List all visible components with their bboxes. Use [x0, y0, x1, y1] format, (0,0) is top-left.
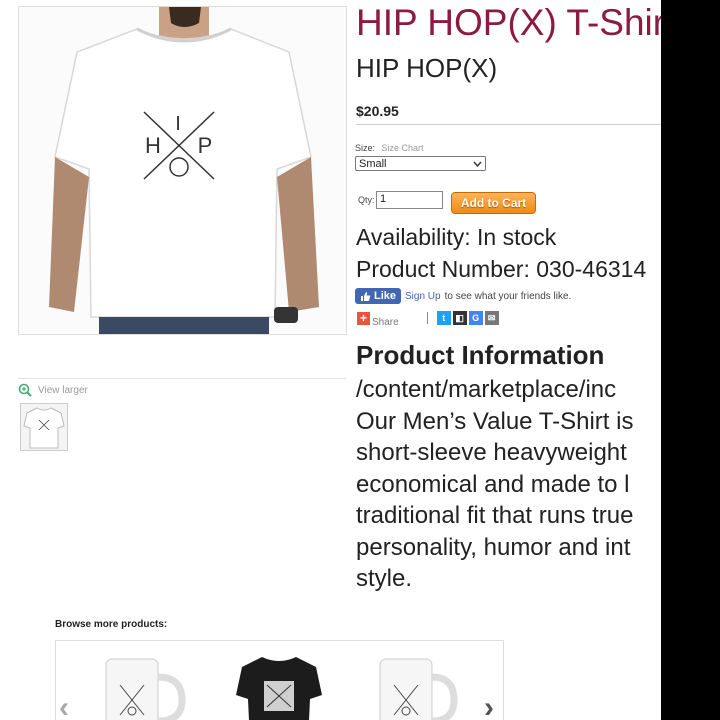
gallery-divider — [18, 378, 346, 379]
product-title: HIP HOP(X) T-Shirt — [356, 2, 661, 43]
price-divider — [356, 124, 661, 125]
qty-input[interactable]: 1 — [376, 191, 443, 209]
share-plus-icon[interactable]: + — [357, 311, 370, 325]
share-separator — [426, 312, 428, 324]
like-label: Like — [374, 290, 397, 302]
mug-image-2 — [379, 658, 458, 720]
thumbs-up-icon — [361, 291, 371, 301]
delicious-icon[interactable]: ◧ — [452, 311, 467, 325]
main-product-image[interactable]: I H P — [18, 6, 347, 335]
info-line: economical and made to l — [356, 470, 630, 498]
magnifier-icon — [18, 383, 32, 397]
add-to-cart-button[interactable]: Add to Cart — [451, 192, 536, 214]
twitter-icon[interactable]: t — [436, 311, 451, 325]
share-row: + Share t ◧ G ✉ — [357, 311, 501, 328]
right-black-bar — [661, 0, 720, 720]
info-line: style. — [356, 565, 413, 592]
view-larger-label: View larger — [38, 384, 88, 396]
info-line: Our Men’s Value T-Shirt is — [356, 407, 634, 435]
email-icon[interactable]: ✉ — [484, 311, 499, 325]
carousel-item-mug[interactable] — [96, 655, 186, 720]
carousel-next-arrow[interactable]: › — [484, 691, 494, 720]
design-letter-left: H — [145, 133, 161, 158]
thumbnail-image[interactable] — [20, 403, 68, 451]
size-selected-value: Small — [359, 157, 387, 170]
chevron-down-icon — [473, 161, 482, 167]
carousel-item-black-tshirt[interactable] — [234, 655, 324, 720]
size-chart-link[interactable]: Size Chart — [382, 143, 424, 153]
design-letter-top: I — [175, 113, 181, 135]
tshirt-thumbnail — [23, 407, 65, 449]
browse-more-label: Browse more products: — [55, 619, 168, 630]
product-price: $20.95 — [356, 103, 399, 119]
google-icon[interactable]: G — [468, 311, 483, 325]
info-line: personality, humor and int — [356, 533, 631, 561]
size-select[interactable]: Small — [355, 156, 486, 171]
mug-image — [105, 658, 186, 720]
facebook-signup-link[interactable]: Sign Up — [405, 291, 441, 302]
product-info-body: /content/marketplace/inc Our Men’s Value… — [356, 374, 661, 595]
tshirt-model-photo: I H P — [19, 7, 346, 334]
carousel-prev-arrow[interactable]: ‹ — [59, 691, 69, 720]
product-page: I H P View larger HIP HOP(X) T-Shirt HIP… — [0, 0, 661, 720]
product-carousel: ‹ › — [55, 640, 504, 720]
info-line: /content/marketplace/inc — [356, 376, 617, 403]
view-larger-link[interactable]: View larger — [18, 383, 88, 397]
black-tshirt-image — [236, 657, 322, 720]
share-label[interactable]: Share — [372, 317, 399, 328]
info-line: traditional fit that runs true — [356, 502, 634, 529]
facebook-like-row: Like Sign Up to see what your friends li… — [355, 288, 571, 304]
info-line: short-sleeve heavyweight — [356, 439, 627, 466]
product-number-text: Product Number: 030-46314 — [356, 256, 647, 282]
facebook-like-button[interactable]: Like — [355, 288, 402, 304]
design-letter-right: P — [198, 133, 213, 158]
qty-label: Qty: — [358, 195, 375, 205]
availability-text: Availability: In stock — [356, 224, 557, 250]
size-label-row: Size: Size Chart — [355, 143, 424, 153]
facebook-signup-suffix: to see what your friends like. — [444, 290, 572, 302]
carousel-item-mug-2[interactable] — [372, 655, 462, 720]
product-info-heading: Product Information — [356, 340, 605, 370]
product-subtitle: HIP HOP(X) — [356, 53, 498, 83]
size-label: Size: — [355, 143, 376, 153]
